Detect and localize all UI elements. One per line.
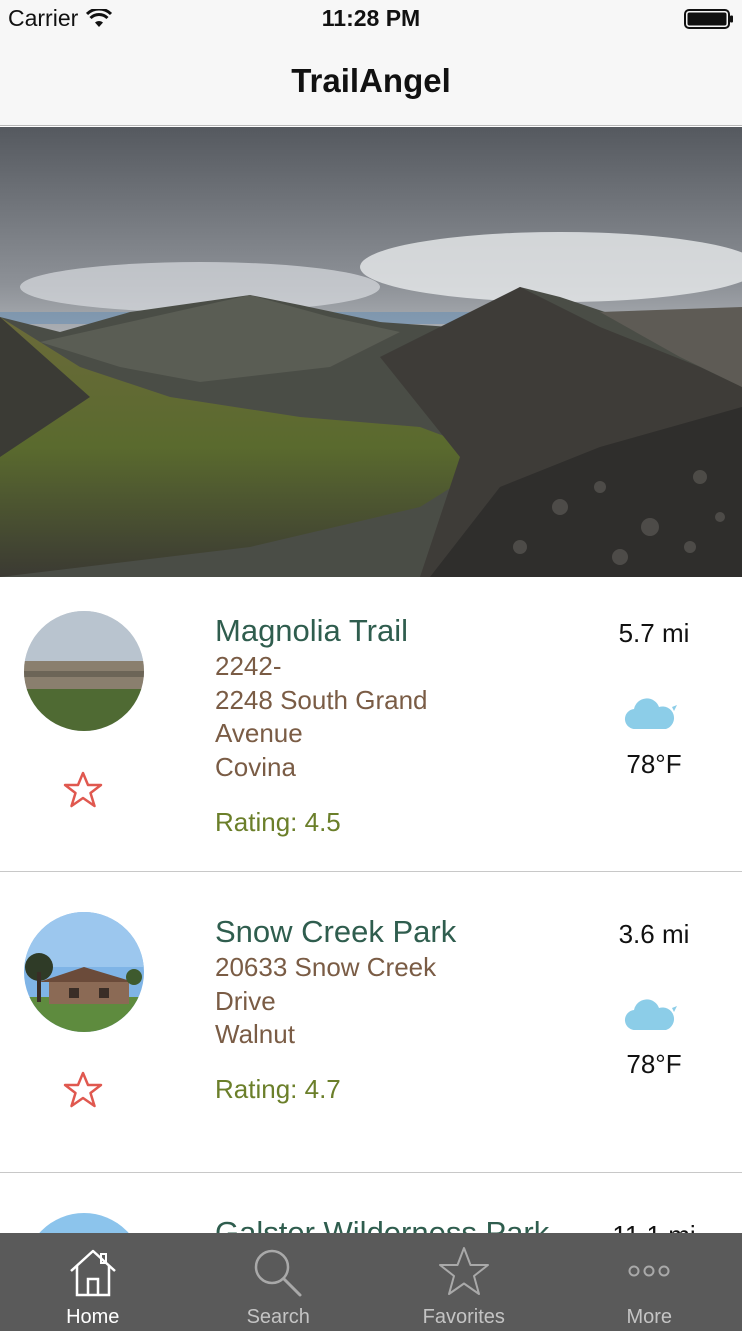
- trail-name[interactable]: Snow Creek Park: [215, 914, 456, 950]
- tab-label: Favorites: [422, 1306, 505, 1328]
- address-line: Covina: [215, 751, 296, 782]
- tab-label: Search: [246, 1306, 310, 1328]
- trail-temperature: 78°F: [626, 1049, 682, 1079]
- trail-name[interactable]: Magnolia Trail: [215, 613, 408, 649]
- battery-icon: [684, 9, 733, 29]
- trail-rating: Rating: 4.5: [215, 807, 341, 837]
- address-line: 2242-: [215, 651, 282, 681]
- tab-bar: Home Search Favorites More: [0, 1233, 742, 1331]
- home-icon: [69, 1249, 116, 1297]
- trail-distance: 3.6 mi: [618, 919, 690, 949]
- trail-distance: 5.7 mi: [618, 618, 690, 648]
- trail-address: 2242- 2248 South Grand Avenue Covina: [215, 650, 495, 784]
- status-bar: Carrier 11:28 PM: [0, 0, 742, 38]
- address-line: Avenue: [215, 718, 303, 748]
- trail-thumbnail: [24, 912, 144, 1032]
- trail-rating: Rating: 4.7: [215, 1074, 341, 1104]
- tab-favorites[interactable]: Favorites: [371, 1233, 557, 1331]
- tab-search[interactable]: Search: [186, 1233, 372, 1331]
- trail-distance: 11.1 mi: [590, 1220, 718, 1233]
- navigation-bar: TrailAngel: [0, 38, 742, 126]
- cloud-moon-icon: [624, 988, 677, 1031]
- trail-address: 20633 Snow Creek Drive Walnut: [215, 951, 495, 1052]
- address-line: Walnut: [215, 1019, 295, 1049]
- status-time: 11:28 PM: [321, 5, 421, 31]
- page-title: TrailAngel: [291, 62, 451, 99]
- tab-home[interactable]: Home: [0, 1233, 186, 1331]
- address-line: Drive: [215, 985, 276, 1016]
- tab-more[interactable]: More: [557, 1233, 742, 1331]
- more-icon: [628, 1265, 670, 1277]
- tab-label: Home: [66, 1306, 120, 1328]
- favorite-star-icon[interactable]: [63, 1070, 103, 1110]
- address-line: 20633 Snow Creek: [215, 952, 437, 982]
- star-icon: [438, 1247, 489, 1295]
- trail-list[interactable]: Magnolia Trail 2242- 2248 South Grand Av…: [0, 577, 742, 1233]
- trail-row[interactable]: Snow Creek Park 20633 Snow Creek Drive W…: [0, 872, 742, 1173]
- trail-thumbnail: [24, 611, 144, 731]
- favorite-star-icon[interactable]: [63, 770, 103, 810]
- cloud-moon-icon: [624, 687, 677, 730]
- address-line: 2248 South Grand: [215, 684, 428, 715]
- hero-mountain-image: [0, 127, 742, 577]
- trail-temperature: 78°F: [626, 749, 682, 779]
- tab-label: More: [626, 1306, 673, 1328]
- trail-row[interactable]: Magnolia Trail 2242- 2248 South Grand Av…: [0, 577, 742, 872]
- trail-name[interactable]: Galster Wilderness Park: [215, 1215, 549, 1233]
- trail-thumbnail: [24, 1213, 144, 1233]
- trail-row[interactable]: Galster Wilderness Park 11.1 mi: [0, 1173, 742, 1233]
- search-icon: [255, 1249, 302, 1297]
